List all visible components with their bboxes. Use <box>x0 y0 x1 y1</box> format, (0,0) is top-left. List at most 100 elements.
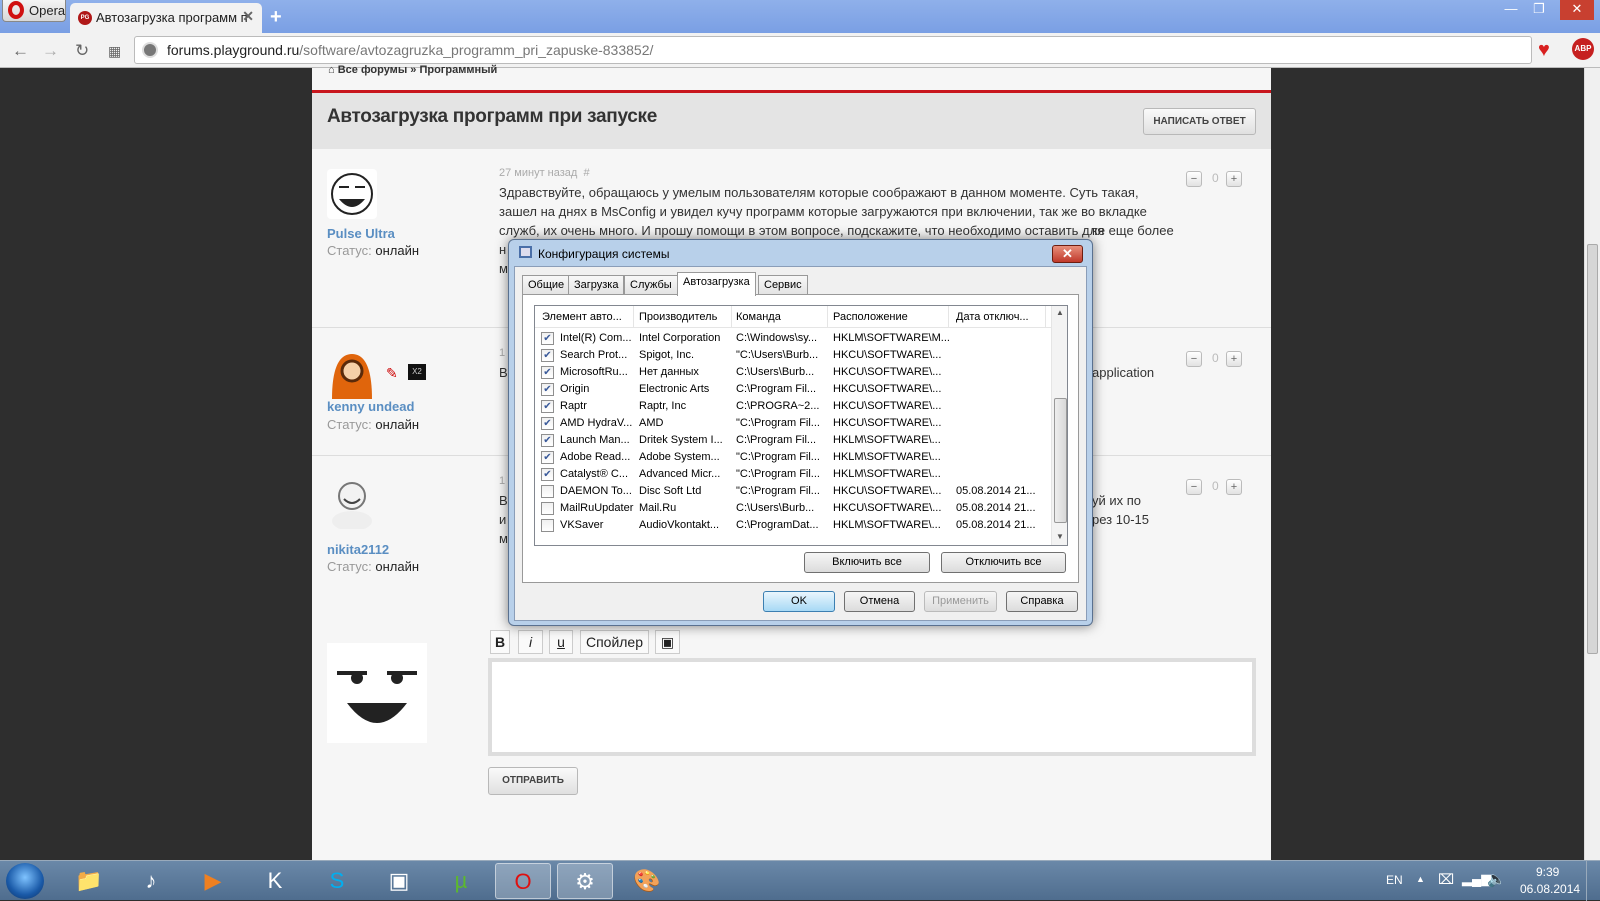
page-scrollbar[interactable] <box>1584 68 1600 860</box>
insert-image-icon[interactable]: ▣ <box>655 630 680 654</box>
restore-icon[interactable]: ❐ <box>1526 0 1552 20</box>
forward-icon[interactable]: → <box>42 41 59 61</box>
taskbar-file-explorer-icon[interactable]: 📁 <box>61 863 117 899</box>
language-indicator[interactable]: EN <box>1386 873 1403 887</box>
send-button[interactable]: ОТПРАВИТЬ <box>488 767 578 795</box>
heart-icon[interactable]: ♥ <box>1538 39 1550 62</box>
taskbar-paint-icon[interactable]: 🎨 <box>619 863 675 899</box>
adblock-icon[interactable]: ABP <box>1572 38 1594 60</box>
italic-button[interactable]: i <box>518 630 543 654</box>
enable-all-button[interactable]: Включить все <box>804 552 930 573</box>
speed-dial-icon[interactable]: ▦ <box>108 43 121 60</box>
row-checkbox[interactable] <box>541 485 554 498</box>
taskbar-msconfig-icon[interactable]: ⚙ <box>557 863 613 899</box>
tab-boot[interactable]: Загрузка <box>568 275 625 295</box>
apply-button[interactable]: Применить <box>924 591 997 612</box>
permalink[interactable]: # <box>583 167 589 179</box>
plus-icon[interactable]: + <box>1226 171 1242 187</box>
cell-m: Нет данных <box>639 366 699 378</box>
show-hidden-icons-icon[interactable]: ▲ <box>1416 874 1425 884</box>
taskbar-skype-icon[interactable]: S <box>309 863 365 899</box>
row-checkbox[interactable]: ✔ <box>541 349 554 362</box>
scrollbar-thumb[interactable] <box>1054 398 1067 523</box>
tab-services[interactable]: Службы <box>624 275 678 295</box>
scroll-up-icon[interactable]: ▲ <box>1056 308 1064 317</box>
taskbar-audio-player-icon[interactable]: ♪ <box>123 863 179 899</box>
row-checkbox[interactable]: ✔ <box>541 332 554 345</box>
taskbar-utorrent-icon[interactable]: µ <box>433 863 489 899</box>
row-checkbox[interactable] <box>541 502 554 515</box>
minus-icon[interactable]: − <box>1186 351 1202 367</box>
username-link[interactable]: kenny undead <box>327 399 414 414</box>
taskbar-k-app-icon[interactable]: K <box>247 863 303 899</box>
username-link[interactable]: Pulse Ultra <box>327 226 395 241</box>
dialog-close-button[interactable]: ✕ <box>1052 245 1083 263</box>
row-checkbox[interactable]: ✔ <box>541 383 554 396</box>
browser-tab[interactable]: PG Автозагрузка программ п ✕ <box>70 3 262 33</box>
column-header-date[interactable]: Дата отключ... <box>956 311 1029 323</box>
breadcrumb[interactable]: ⌂ Все форумы » Программный <box>328 64 497 76</box>
reload-icon[interactable]: ↻ <box>75 41 89 61</box>
scroll-down-icon[interactable]: ▼ <box>1056 532 1064 541</box>
table-row[interactable]: ✔ Adobe Read... Adobe System... "C:\Program… <box>535 449 1051 466</box>
tab-startup[interactable]: Автозагрузка <box>677 272 756 296</box>
volume-icon[interactable]: 🔈 <box>1487 870 1506 888</box>
table-row[interactable]: DAEMON To... Disc Soft Ltd "C:\Program Fil… <box>535 483 1051 500</box>
opera-menu-button[interactable]: Opera <box>2 0 66 22</box>
underline-button[interactable]: u <box>549 630 573 654</box>
cancel-button[interactable]: Отмена <box>844 591 915 612</box>
table-row[interactable]: ✔ MicrosoftRu... Нет данных C:\Users\Burb..… <box>535 364 1051 381</box>
row-checkbox[interactable]: ✔ <box>541 451 554 464</box>
new-tab-icon[interactable]: + <box>270 6 282 29</box>
taskbar-media-player-icon[interactable]: ▶ <box>185 863 241 899</box>
plus-icon[interactable]: + <box>1226 351 1242 367</box>
disable-all-button[interactable]: Отключить все <box>941 552 1066 573</box>
column-header-item[interactable]: Элемент авто... <box>542 311 622 323</box>
close-window-icon[interactable]: ✕ <box>1560 0 1594 20</box>
minimize-icon[interactable]: — <box>1498 0 1524 20</box>
table-row[interactable]: VKSaver AudioVkontakt... C:\ProgramDat... H… <box>535 517 1051 534</box>
row-checkbox[interactable]: ✔ <box>541 417 554 430</box>
row-checkbox[interactable]: ✔ <box>541 366 554 379</box>
table-row[interactable]: ✔ Origin Electronic Arts C:\Program Fil... H… <box>535 381 1051 398</box>
reply-textarea[interactable] <box>488 658 1256 756</box>
clock-date[interactable]: 06.08.2014 <box>1520 882 1580 896</box>
start-button[interactable] <box>6 863 44 899</box>
tab-close-icon[interactable]: ✕ <box>242 8 254 25</box>
table-row[interactable]: ✔ Launch Man... Dritek System I... C:\Progr… <box>535 432 1051 449</box>
table-row[interactable]: ✔ Search Prot... Spigot, Inc. "C:\Users\Bur… <box>535 347 1051 364</box>
tab-general[interactable]: Общие <box>522 275 571 295</box>
clock-time[interactable]: 9:39 <box>1536 865 1559 879</box>
table-row[interactable]: ✔ Raptr Raptr, Inc C:\PROGRA~2... HKCU\SOFTW… <box>535 398 1051 415</box>
table-row[interactable]: ✔ Catalyst® C... Advanced Micr... "C:\Progr… <box>535 466 1051 483</box>
ok-button[interactable]: OK <box>763 591 835 612</box>
row-checkbox[interactable]: ✔ <box>541 400 554 413</box>
power-icon[interactable]: ⌧ <box>1438 871 1454 888</box>
table-row[interactable]: MailRuUpdater Mail.Ru C:\Users\Burb... HKCU… <box>535 500 1051 517</box>
plus-icon[interactable]: + <box>1226 479 1242 495</box>
row-checkbox[interactable]: ✔ <box>541 434 554 447</box>
column-header-command[interactable]: Команда <box>736 311 781 323</box>
column-header-location[interactable]: Расположение <box>833 311 908 323</box>
row-checkbox[interactable] <box>541 519 554 532</box>
column-header-manufacturer[interactable]: Производитель <box>639 311 717 323</box>
address-bar[interactable]: forums.playground.ru/software/avtozagruz… <box>134 36 1532 64</box>
minus-icon[interactable]: − <box>1186 171 1202 187</box>
cell-cmd: "C:\Program Fil... <box>736 468 820 480</box>
help-button[interactable]: Справка <box>1006 591 1078 612</box>
spoiler-button[interactable]: Спойлер <box>580 630 649 654</box>
minus-icon[interactable]: − <box>1186 479 1202 495</box>
table-row[interactable]: ✔ AMD HydraV... AMD "C:\Program Fil... HKCU\… <box>535 415 1051 432</box>
table-row[interactable]: ✔ Intel(R) Com... Intel Corporation C:\Wind… <box>535 330 1051 347</box>
bold-button[interactable]: B <box>490 630 510 654</box>
tab-tools[interactable]: Сервис <box>758 275 808 295</box>
taskbar-kmplayer-icon[interactable]: ▣ <box>371 863 427 899</box>
write-reply-button[interactable]: НАПИСАТЬ ОТВЕТ <box>1143 108 1256 135</box>
back-icon[interactable]: ← <box>12 41 29 61</box>
scrollbar-thumb[interactable] <box>1587 244 1598 654</box>
username-link[interactable]: nikita2112 <box>327 542 389 557</box>
list-scrollbar[interactable]: ▲ ▼ <box>1051 306 1067 545</box>
row-checkbox[interactable]: ✔ <box>541 468 554 481</box>
taskbar-opera-icon[interactable]: O <box>495 863 551 899</box>
show-desktop-button[interactable] <box>1586 861 1600 901</box>
